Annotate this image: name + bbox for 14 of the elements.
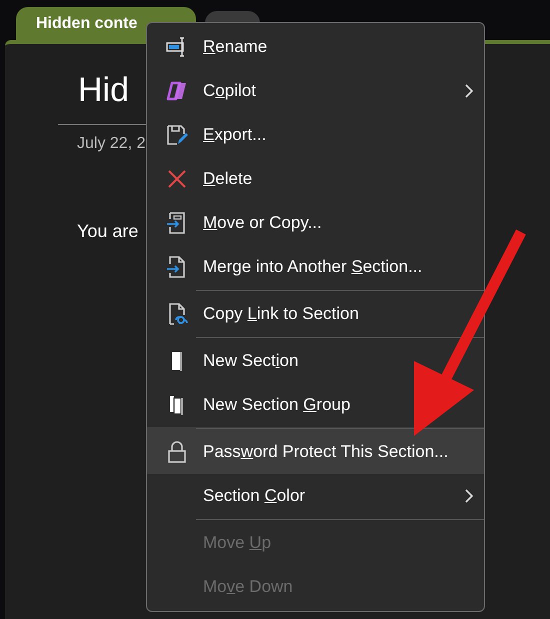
menu-item[interactable]: Merge into Another Section... <box>147 245 484 289</box>
menu-item[interactable]: New Section Group <box>147 383 484 427</box>
menu-item[interactable]: Section Color <box>147 474 484 518</box>
menu-item[interactable]: Delete <box>147 157 484 201</box>
menu-item[interactable]: Copilot <box>147 69 484 113</box>
floppy-pen-icon <box>165 123 189 147</box>
page-text: You are <box>76 220 138 243</box>
page-title: Hid <box>77 70 130 111</box>
menu-item[interactable]: Move or Copy... <box>147 201 484 245</box>
lock-icon <box>165 440 189 464</box>
page-date: July 22, 2 <box>76 134 146 154</box>
overlapping-shapes-icon <box>165 79 189 103</box>
menu-item[interactable]: Password Protect This Section... <box>147 427 484 474</box>
menu-item[interactable]: Export... <box>147 113 484 157</box>
